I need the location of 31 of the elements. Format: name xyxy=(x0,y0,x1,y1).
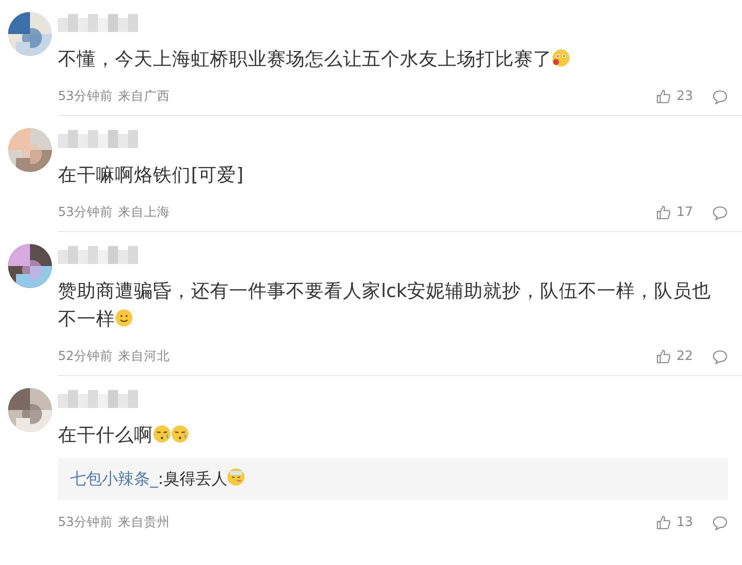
like-count: 13 xyxy=(676,515,693,530)
comment-icon[interactable] xyxy=(712,204,728,220)
emoji-icon xyxy=(171,425,189,443)
like-icon[interactable] xyxy=(656,89,672,104)
comment-time: 53分钟前 xyxy=(58,204,113,221)
reply-text: :臭得丢人 xyxy=(158,469,228,488)
emoji-icon xyxy=(115,309,133,327)
comment-icon[interactable] xyxy=(712,514,728,530)
comment-text: 在干什么啊 xyxy=(58,422,728,450)
comment-icon[interactable] xyxy=(712,88,728,104)
comment-location: 来自贵州 xyxy=(118,514,170,531)
like-icon[interactable] xyxy=(656,205,672,220)
comment-text: 不懂，今天上海虹桥职业赛场怎么让五个水友上场打比赛了 xyxy=(58,46,728,74)
comment-location: 来自广西 xyxy=(118,88,170,105)
comment-time: 53分钟前 xyxy=(58,88,113,105)
like-count: 23 xyxy=(676,89,693,104)
comment-time: 52分钟前 xyxy=(58,348,113,365)
emoji-icon xyxy=(153,425,171,443)
comment-location: 来自上海 xyxy=(118,204,170,221)
comment-text: 在干嘛啊烙铁们[可爱] xyxy=(58,164,244,188)
comment-text: 赞助商遭骗昏，还有一件事不要看人家lck安妮辅助就抄，队伍不一样，队员也不一样 xyxy=(58,280,712,332)
like-count: 17 xyxy=(676,205,693,220)
like-icon[interactable] xyxy=(656,349,672,364)
reply-author-link[interactable]: 七包小辣条_ xyxy=(70,469,158,488)
emoji-icon xyxy=(227,468,246,486)
comment-icon[interactable] xyxy=(712,348,728,364)
comment-location: 来自河北 xyxy=(118,348,170,365)
comment-time: 53分钟前 xyxy=(58,514,113,531)
like-icon[interactable] xyxy=(656,515,672,530)
emoji-icon xyxy=(552,49,570,67)
like-count: 22 xyxy=(676,349,693,364)
